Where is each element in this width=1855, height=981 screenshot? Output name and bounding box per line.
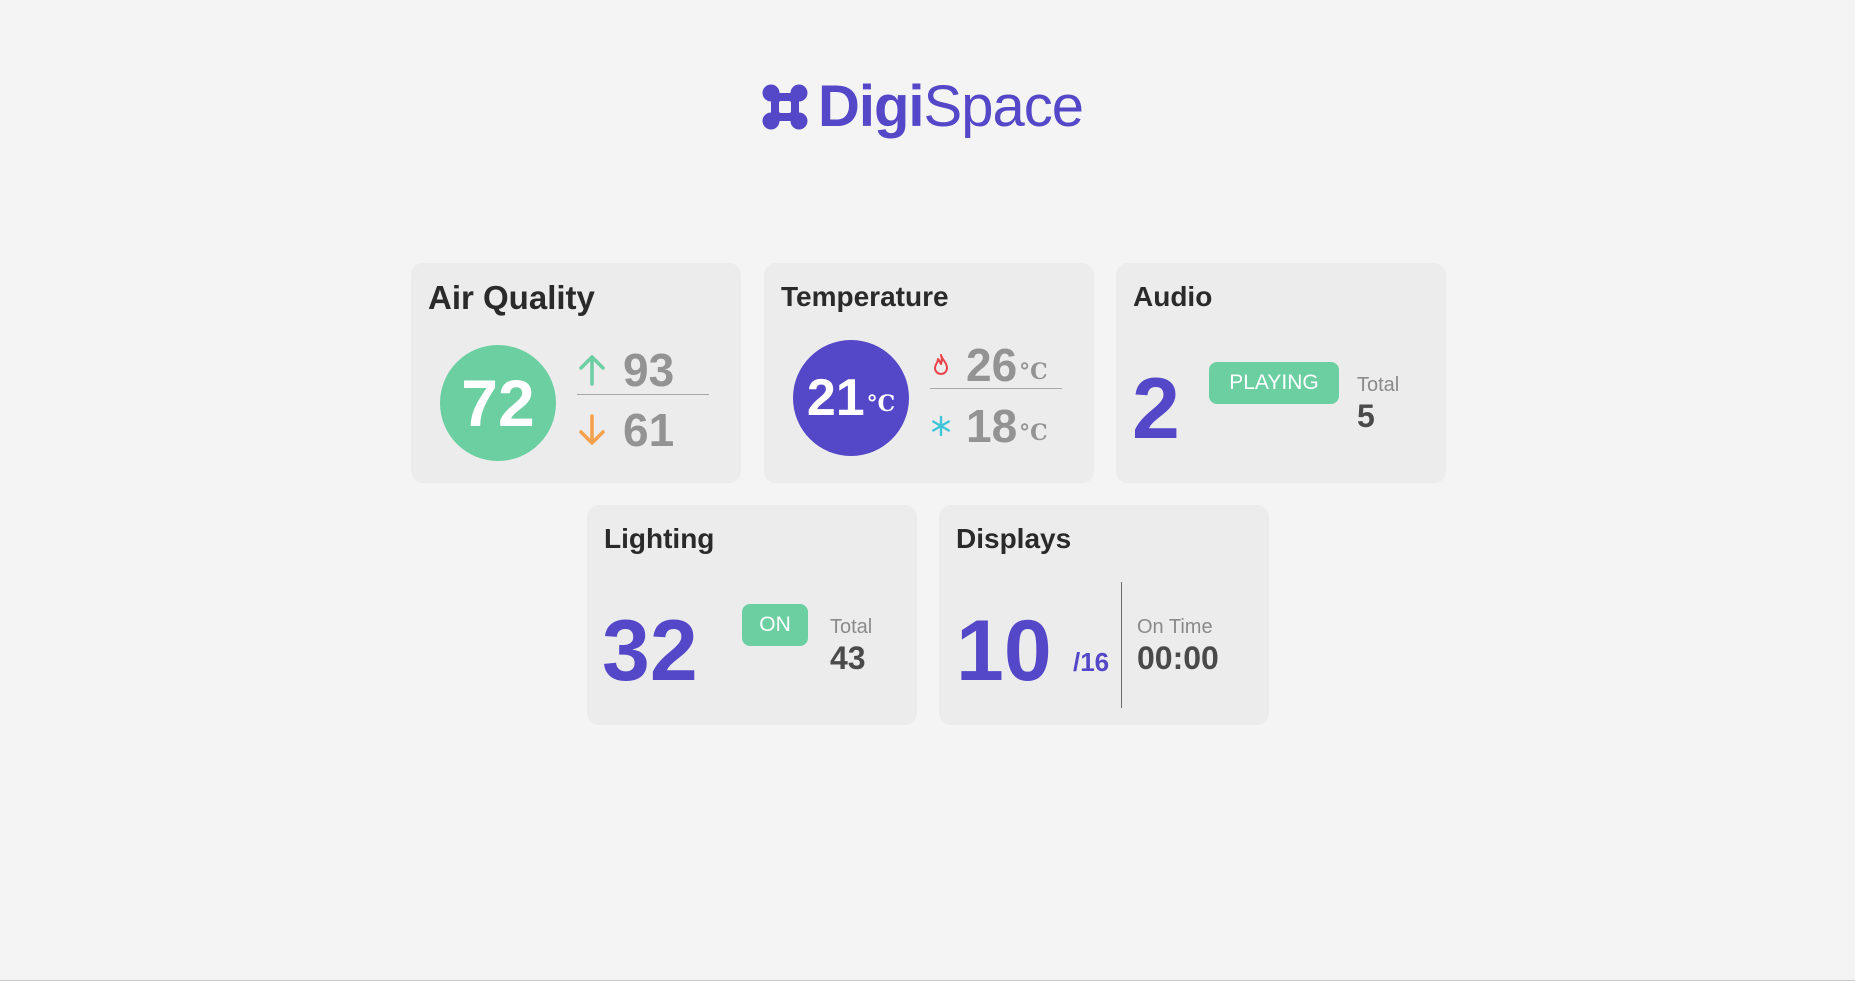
audio-title: Audio bbox=[1133, 281, 1213, 312]
temperature-card[interactable]: Temperature 21 °C 26 °C 18 °C bbox=[764, 263, 1094, 483]
air-quality-title: Air Quality bbox=[428, 279, 595, 316]
displays-on-time-label: On Time bbox=[1137, 616, 1213, 638]
lighting-total-label: Total bbox=[830, 616, 873, 638]
air-quality-high: 93 bbox=[623, 344, 675, 396]
air-quality-divider bbox=[577, 394, 709, 395]
arrow-up-icon bbox=[579, 355, 605, 386]
audio-active-count: 2 bbox=[1132, 361, 1180, 457]
lighting-active-count: 32 bbox=[602, 603, 698, 699]
temperature-current-circle: 21 °C bbox=[793, 340, 909, 456]
audio-total: 5 bbox=[1357, 398, 1375, 434]
audio-total-label: Total bbox=[1357, 374, 1400, 396]
snowflake-icon bbox=[932, 415, 950, 437]
temperature-low-row: 18 °C bbox=[930, 399, 1048, 453]
displays-divider bbox=[1121, 582, 1122, 708]
arrow-down-icon bbox=[579, 414, 605, 445]
displays-title: Displays bbox=[956, 523, 1072, 554]
temperature-high: 26 bbox=[966, 339, 1018, 391]
temperature-high-row: 26 °C bbox=[930, 338, 1048, 392]
four-dots-logo-icon bbox=[762, 84, 808, 130]
air-quality-high-row: 93 bbox=[577, 343, 674, 397]
air-quality-low-row: 61 bbox=[577, 403, 674, 457]
brand-name: DigiSpace bbox=[818, 78, 1084, 136]
temperature-high-unit: °C bbox=[1019, 359, 1048, 385]
dashboard-page: DigiSpace Air Quality 72 93 61 Temperatu… bbox=[0, 0, 1855, 981]
lighting-card[interactable]: Lighting 32 ON Total 43 bbox=[587, 505, 917, 725]
lighting-total: 43 bbox=[830, 640, 866, 676]
displays-card[interactable]: Displays 10 /16 On Time 00:00 bbox=[939, 505, 1269, 725]
audio-card[interactable]: Audio 2 PLAYING Total 5 bbox=[1116, 263, 1446, 483]
brand-logo: DigiSpace bbox=[762, 72, 1084, 142]
temperature-low-unit: °C bbox=[1019, 420, 1048, 446]
air-quality-card[interactable]: Air Quality 72 93 61 bbox=[411, 263, 741, 483]
temperature-low: 18 bbox=[966, 400, 1018, 452]
temperature-unit: °C bbox=[866, 391, 896, 417]
brand-name-light: Space bbox=[923, 74, 1084, 139]
air-quality-current: 72 bbox=[440, 345, 556, 461]
audio-status-badge: PLAYING bbox=[1209, 362, 1339, 404]
displays-active-count: 10 bbox=[956, 603, 1052, 699]
brand-name-bold: Digi bbox=[818, 74, 925, 139]
displays-total-count: /16 bbox=[1073, 647, 1110, 677]
air-quality-low: 61 bbox=[623, 404, 675, 456]
temperature-current: 21 bbox=[806, 369, 865, 427]
flame-icon bbox=[934, 354, 948, 375]
temperature-divider bbox=[930, 388, 1062, 389]
lighting-status-badge: ON bbox=[742, 604, 808, 646]
displays-on-time: 00:00 bbox=[1137, 640, 1219, 676]
lighting-title: Lighting bbox=[604, 523, 715, 554]
temperature-title: Temperature bbox=[781, 281, 949, 312]
